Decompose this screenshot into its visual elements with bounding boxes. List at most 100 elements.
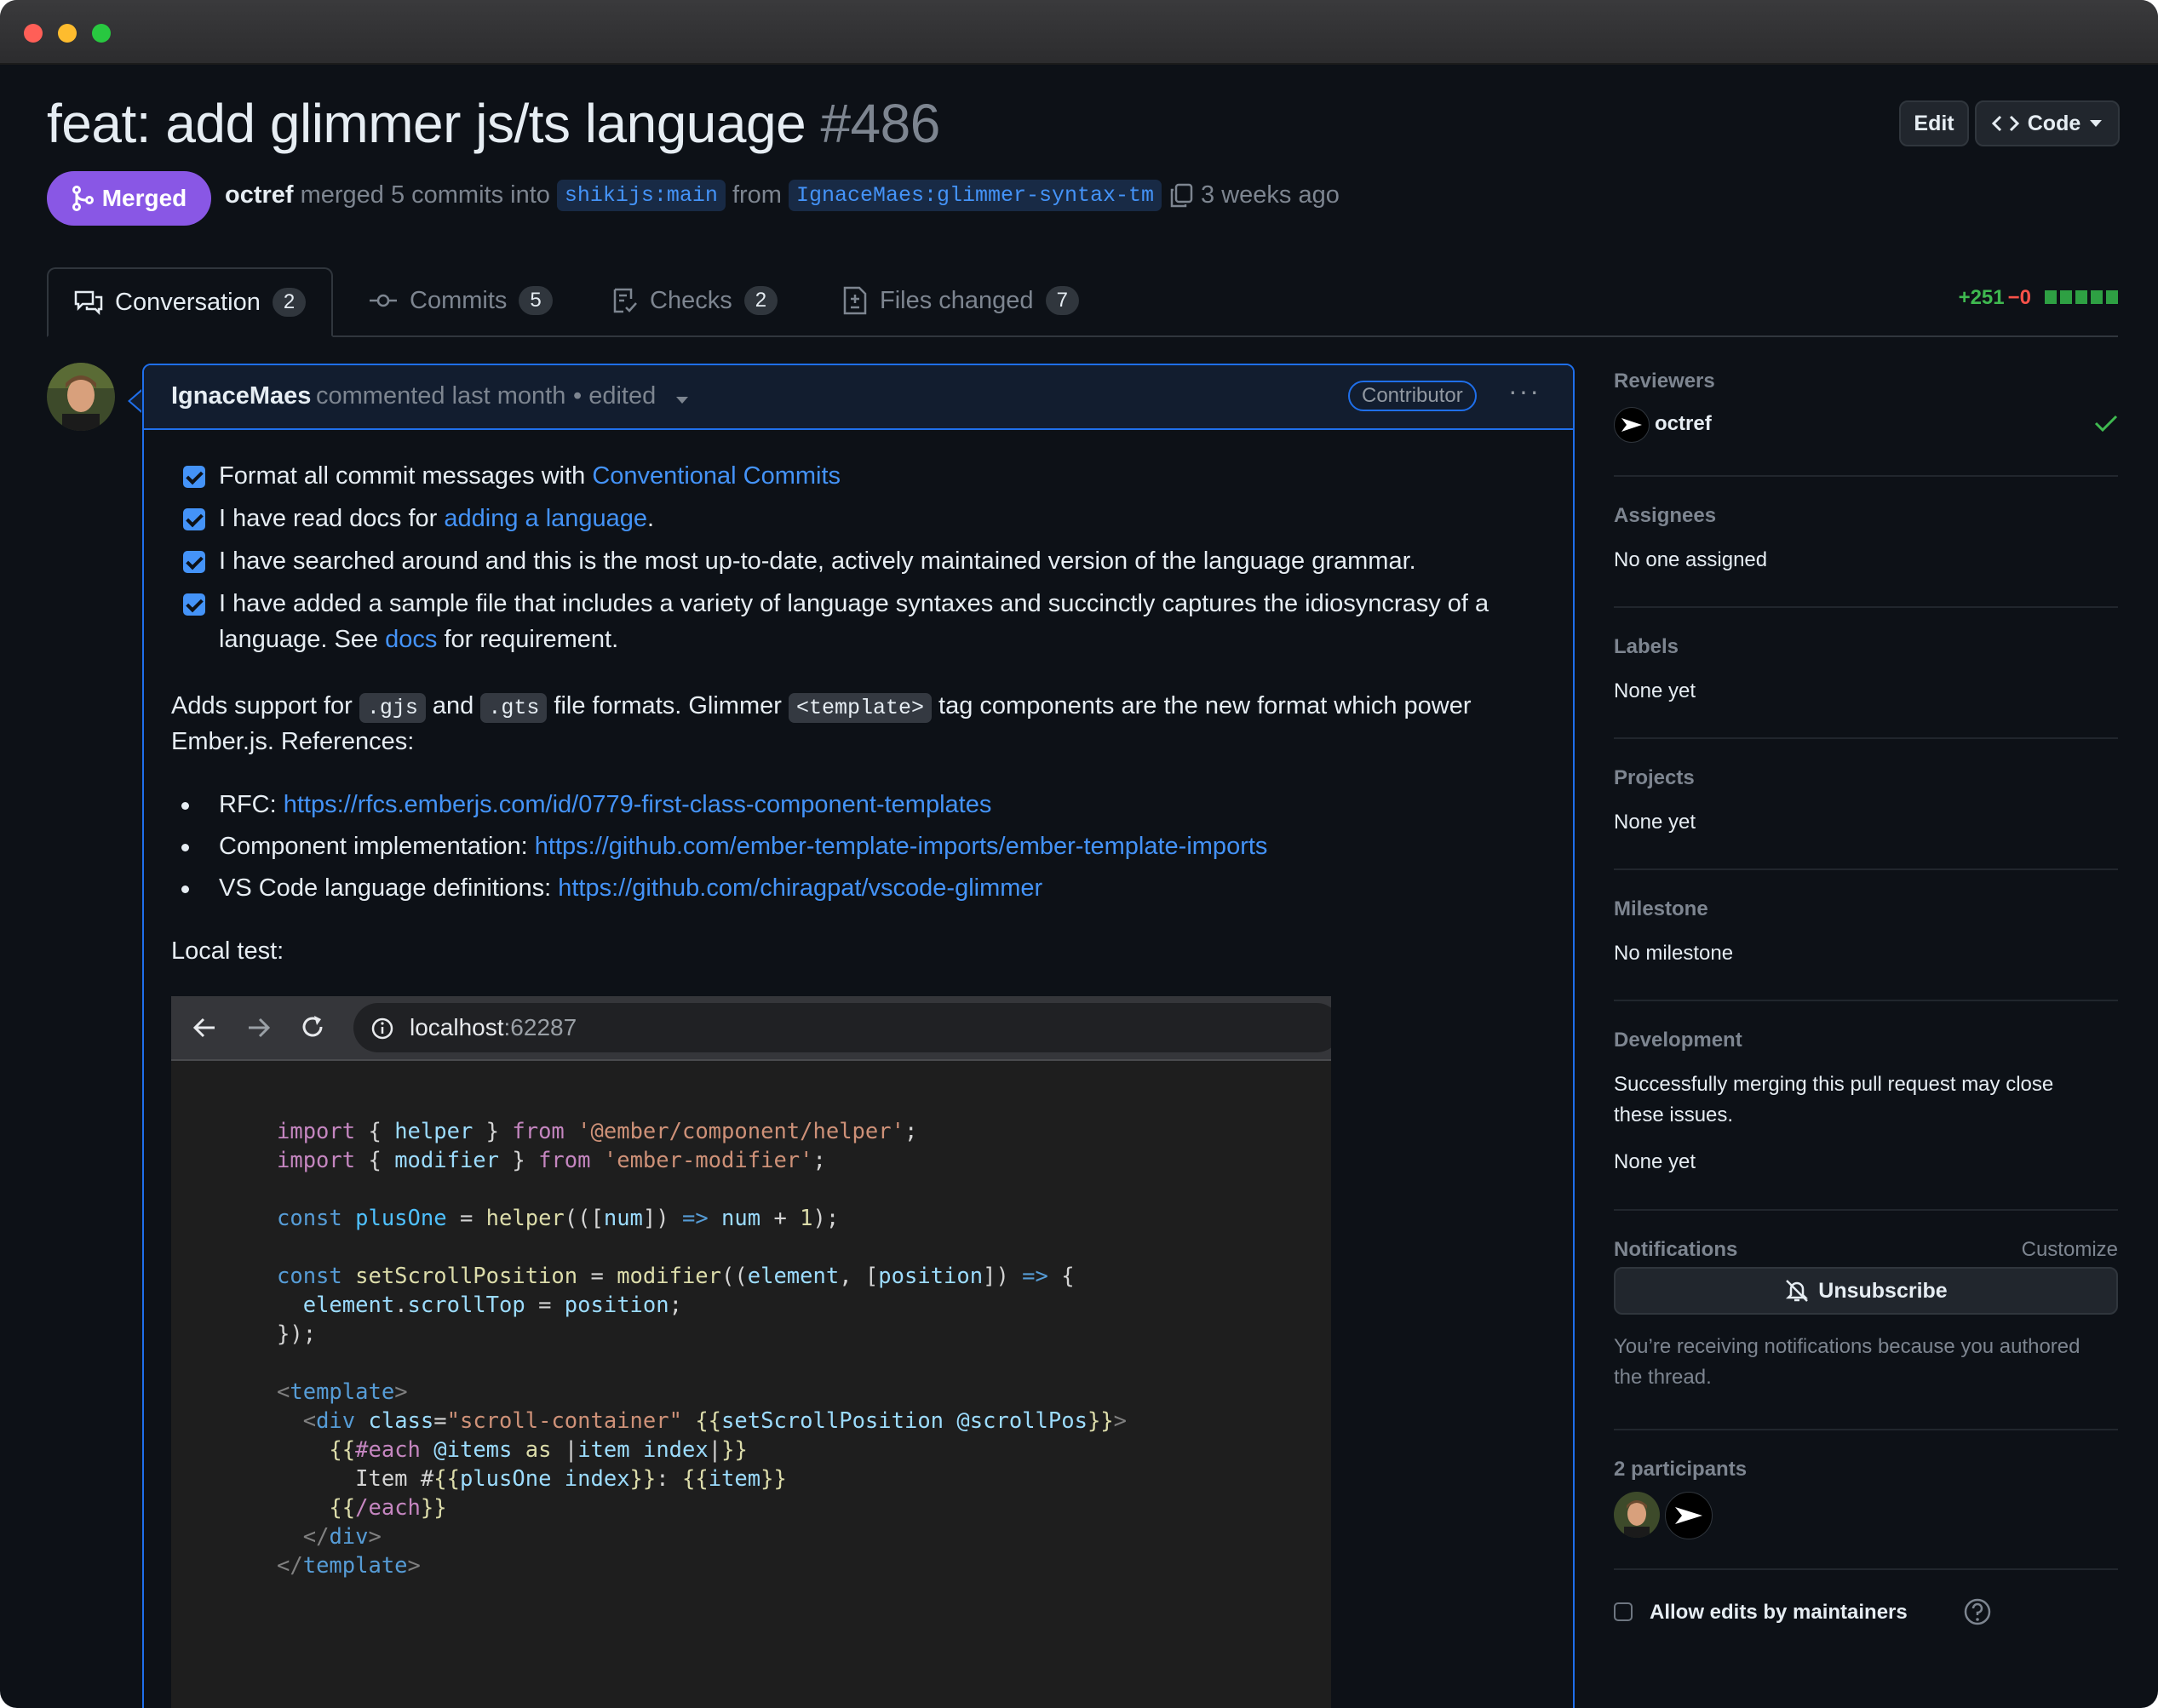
- reviewer-name[interactable]: octref: [1655, 412, 1712, 436]
- docs-link[interactable]: docs: [385, 626, 437, 653]
- reviewers-heading[interactable]: Reviewers: [1614, 370, 1715, 393]
- tab-commits-count: 5: [519, 286, 553, 315]
- comment-header: IgnaceMaes commented last month • edited…: [144, 365, 1573, 430]
- checklist-item-1: Format all commit messages with Conventi…: [219, 462, 841, 490]
- code-button[interactable]: Code: [1975, 100, 2120, 146]
- tab-commits[interactable]: Commits 5: [369, 267, 553, 334]
- milestone-value: No milestone: [1614, 942, 1734, 965]
- milestone-heading[interactable]: Milestone: [1614, 897, 1708, 921]
- reviewers-section: Reviewers octref: [1614, 370, 2118, 477]
- comment-action[interactable]: commented last month: [316, 382, 565, 410]
- allow-edits-checkbox[interactable]: [1614, 1602, 1633, 1621]
- reviewer-avatar[interactable]: [1614, 407, 1650, 443]
- para-text-2: and: [425, 692, 481, 719]
- checklist-item-4-before: language. See: [219, 626, 386, 653]
- tab-conversation[interactable]: Conversation 2: [47, 267, 334, 337]
- checklist-item-4: I have added a sample file that includes…: [219, 590, 1489, 617]
- description-paragraph-line2: Ember.js. References:: [171, 728, 415, 755]
- merger-link[interactable]: octref: [225, 181, 294, 209]
- projects-section: Projects None yet: [1614, 766, 2118, 870]
- para-text-4: tag components are the new format which …: [932, 692, 1472, 719]
- ember-template-imports-link[interactable]: https://github.com/ember-template-import…: [535, 833, 1268, 860]
- adding-language-link[interactable]: adding a language: [444, 505, 647, 532]
- merged-text: merged 5 commits into: [300, 181, 550, 209]
- file-diff-icon: [843, 286, 867, 315]
- participant-avatar[interactable]: [1614, 1492, 1660, 1538]
- participants-section: 2 participants: [1614, 1458, 2118, 1570]
- edited-dropdown[interactable]: • edited: [573, 382, 656, 410]
- notifications-section: Notifications Customize Unsubscribe You’…: [1614, 1238, 2118, 1430]
- labels-heading[interactable]: Labels: [1614, 635, 1679, 659]
- diffstat-additions: +251: [1958, 286, 2005, 309]
- projects-value: None yet: [1614, 811, 1696, 834]
- url-host: localhost: [410, 1014, 504, 1040]
- head-branch[interactable]: IgnaceMaes:glimmer-syntax-tm: [788, 180, 1162, 211]
- notifications-heading: Notifications: [1614, 1238, 1738, 1261]
- development-section: Development Successfully merging this pu…: [1614, 1029, 2118, 1211]
- projects-heading[interactable]: Projects: [1614, 766, 1695, 790]
- checklist-icon: [613, 288, 637, 313]
- reference-vscode: VS Code language definitions: https://gi…: [219, 874, 1042, 903]
- pr-meta: octref merged 5 commits into shikijs:mai…: [225, 180, 1340, 211]
- ref-label: Component implementation:: [219, 833, 535, 860]
- minimize-window-button[interactable]: [58, 24, 77, 43]
- pr-title: feat: add glimmer js/ts language #486: [47, 92, 940, 155]
- customize-link[interactable]: Customize: [2022, 1238, 2118, 1262]
- checkbox-checked[interactable]: [183, 593, 205, 616]
- bullet: [181, 844, 189, 851]
- bullet: [181, 802, 189, 810]
- tab-checks-label: Checks: [650, 286, 732, 314]
- description-paragraph: Adds support for .gjs and .gts file form…: [171, 692, 1472, 723]
- comment-pointer-inner: [130, 391, 142, 411]
- labels-section: Labels None yet: [1614, 635, 2118, 739]
- chevron-down-icon: [2090, 120, 2103, 127]
- participants-heading: 2 participants: [1614, 1458, 1748, 1481]
- unsubscribe-button[interactable]: Unsubscribe: [1614, 1267, 2118, 1315]
- vscode-glimmer-link[interactable]: https://github.com/chiragpat/vscode-glim…: [558, 874, 1042, 902]
- bell-slash-icon: [1786, 1280, 1809, 1302]
- conventional-commits-link[interactable]: Conventional Commits: [592, 462, 841, 490]
- close-window-button[interactable]: [24, 24, 43, 43]
- tab-checks[interactable]: Checks 2: [612, 267, 778, 334]
- tab-files-changed[interactable]: Files changed 7: [842, 267, 1079, 334]
- checkbox-checked[interactable]: [183, 508, 205, 530]
- copy-icon[interactable]: [1168, 183, 1194, 209]
- gts-code: .gts: [480, 693, 548, 723]
- url-text: localhost:62287: [410, 1014, 577, 1041]
- comment-author[interactable]: IgnaceMaes: [171, 382, 311, 410]
- comment-author-avatar[interactable]: [47, 363, 115, 431]
- gjs-code: .gjs: [359, 693, 426, 723]
- para-text-1: Adds support for: [171, 692, 359, 719]
- question-icon[interactable]: [1963, 1597, 1992, 1626]
- git-commit-icon: [370, 294, 397, 307]
- checklist-item-4-after: for requirement.: [437, 626, 619, 653]
- diffstat: +251 −0: [1959, 286, 2118, 310]
- tab-files-changed-count: 7: [1045, 286, 1079, 315]
- local-test-label: Local test:: [171, 937, 284, 965]
- code-button-label: Code: [2027, 111, 2081, 135]
- participant-avatar[interactable]: [1665, 1492, 1713, 1539]
- zoom-window-button[interactable]: [92, 24, 111, 43]
- assignees-heading[interactable]: Assignees: [1614, 504, 1716, 528]
- tab-conversation-count: 2: [272, 288, 307, 317]
- development-heading[interactable]: Development: [1614, 1029, 1742, 1052]
- base-branch[interactable]: shikijs:main: [556, 180, 726, 211]
- notifications-note-line1: You’re receiving notifications because y…: [1614, 1335, 2081, 1358]
- notifications-note-line2: the thread.: [1614, 1366, 1712, 1389]
- edit-button-label: Edit: [1914, 111, 1954, 135]
- kebab-menu-icon[interactable]: ···: [1508, 375, 1541, 407]
- chevron-down-icon[interactable]: [675, 396, 689, 404]
- url-port: :62287: [503, 1014, 577, 1040]
- reference-rfc: RFC: https://rfcs.emberjs.com/id/0779-fi…: [219, 791, 991, 819]
- pr-tabs: Conversation 2 Commits 5 Checks 2 Files …: [47, 267, 2118, 337]
- check-icon: [2094, 415, 2118, 433]
- edit-button[interactable]: Edit: [1899, 100, 1969, 146]
- checkbox-checked[interactable]: [183, 466, 205, 488]
- rfc-link[interactable]: https://rfcs.emberjs.com/id/0779-first-c…: [284, 791, 992, 818]
- checklist-item-2: I have read docs for adding a language.: [219, 505, 654, 533]
- checkbox-checked[interactable]: [183, 551, 205, 573]
- reload-icon: [302, 1016, 323, 1037]
- local-test-screenshot: localhost:62287 import { helper } from '…: [171, 996, 1331, 1708]
- merge-time: 3 weeks ago: [1201, 181, 1340, 209]
- development-text-line1: Successfully merging this pull request m…: [1614, 1073, 2054, 1096]
